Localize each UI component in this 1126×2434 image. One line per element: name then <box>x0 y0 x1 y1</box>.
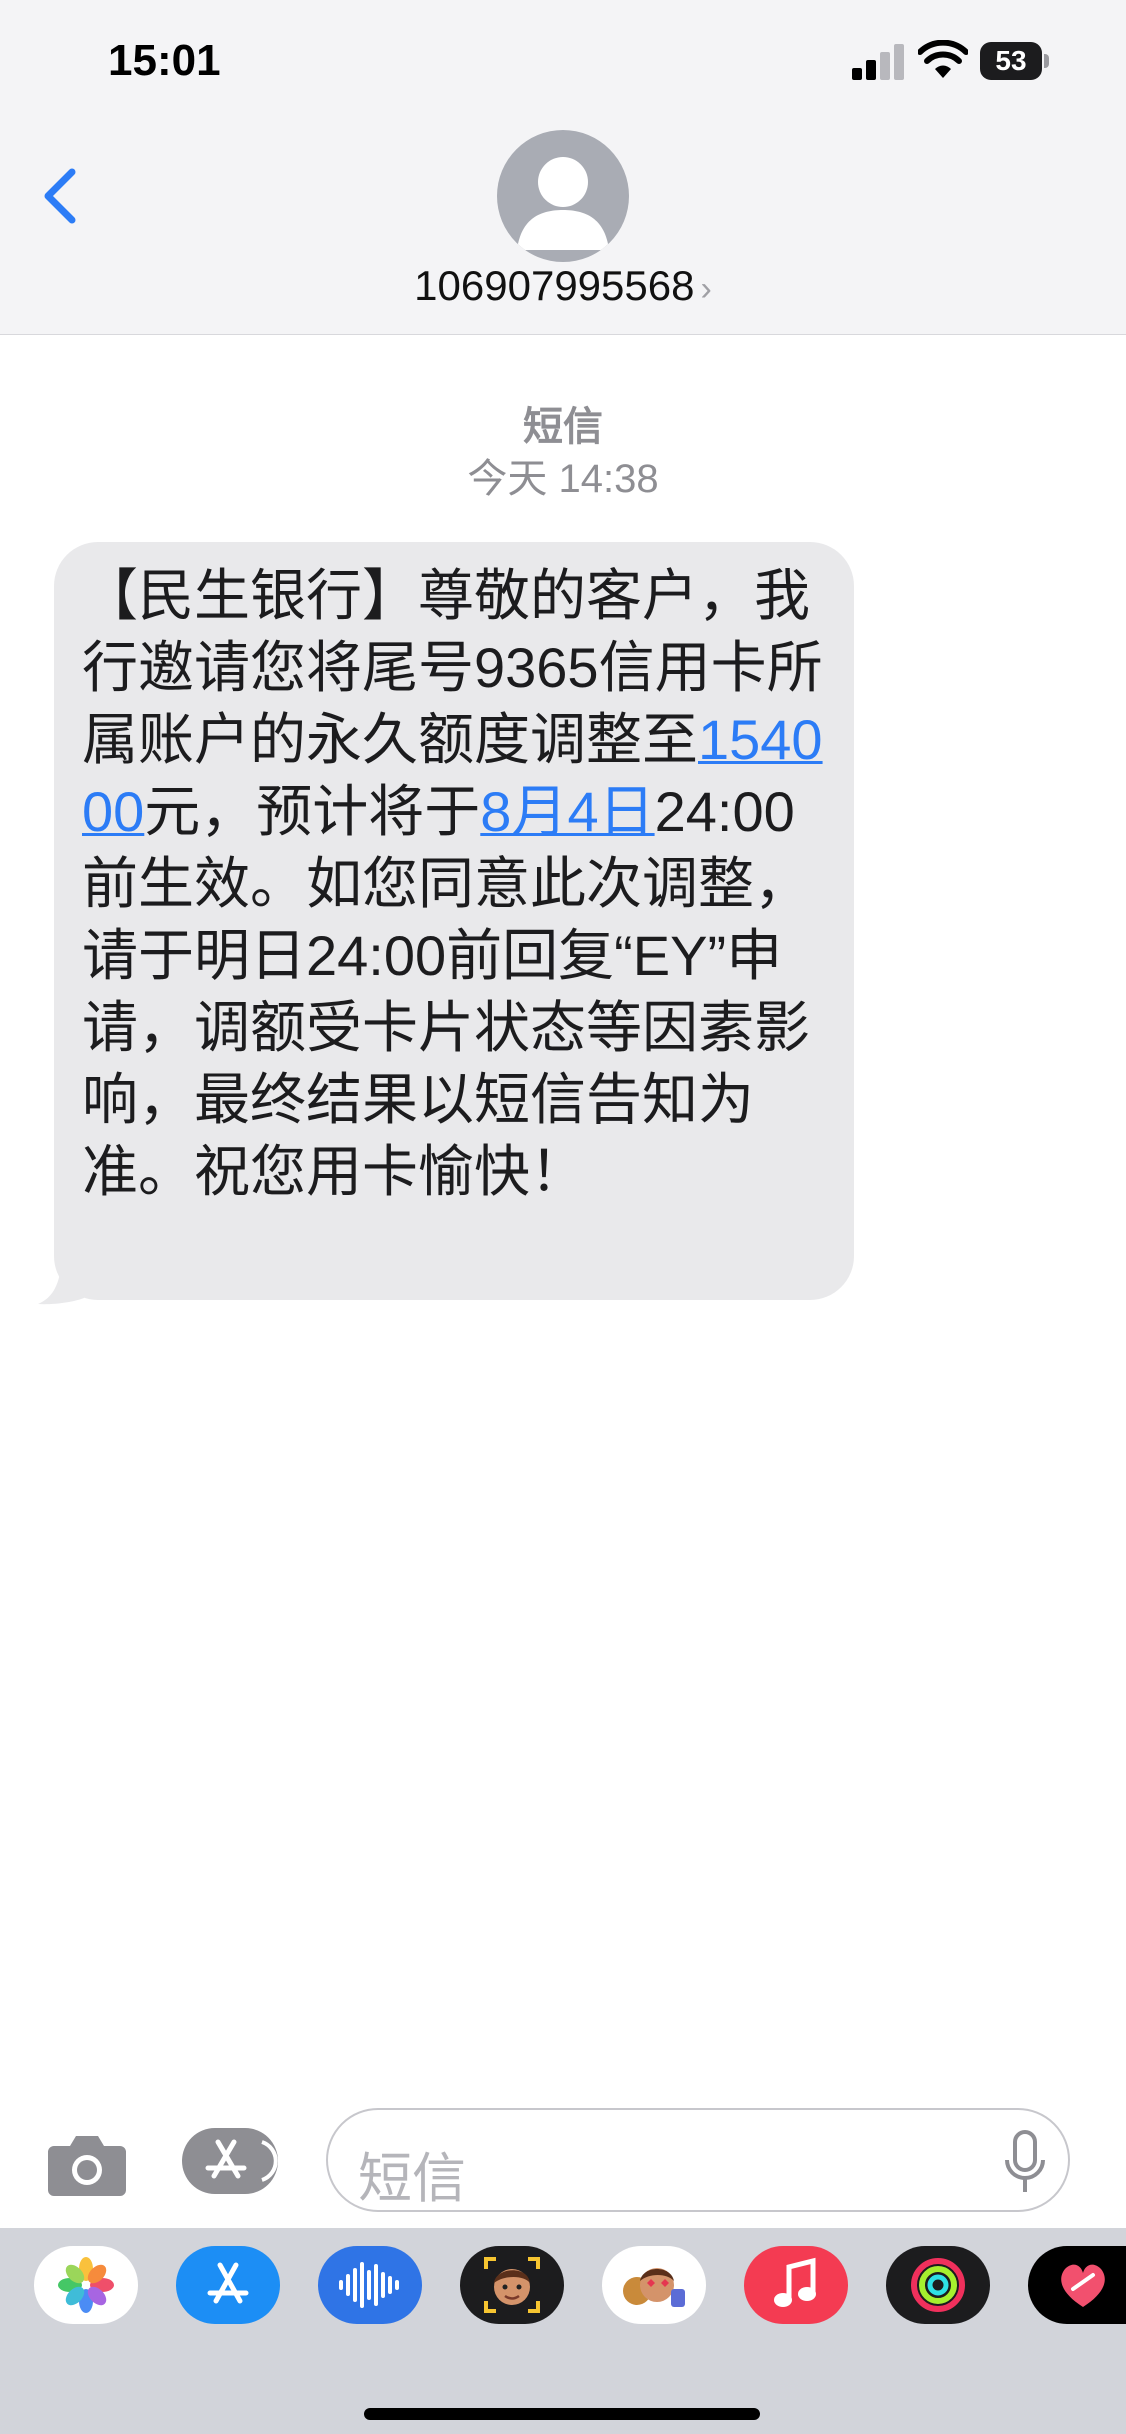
app-store-tray-button[interactable] <box>176 2246 280 2324</box>
digital-touch-button[interactable] <box>1028 2246 1126 2324</box>
memoji-stickers-icon <box>623 2268 685 2307</box>
contact-number: 106907995568 <box>414 262 695 309</box>
chevron-right-icon: › <box>700 270 712 308</box>
app-store-button[interactable] <box>182 2128 278 2194</box>
battery-icon: 53 <box>980 42 1049 80</box>
app-store-icon <box>207 2262 249 2304</box>
service-label: 短信 <box>523 405 603 449</box>
activity-button[interactable] <box>886 2246 990 2324</box>
message-input-placeholder: 短信 <box>358 2149 466 2209</box>
photos-app-button[interactable] <box>34 2246 138 2324</box>
camera-icon[interactable] <box>46 2130 128 2198</box>
audio-message-button[interactable] <box>318 2246 422 2324</box>
audio-message-icon <box>339 2262 399 2308</box>
memoji-button[interactable] <box>460 2246 564 2324</box>
contact-avatar[interactable] <box>497 130 629 262</box>
activity-icon <box>911 2258 965 2312</box>
status-time: 15:01 <box>108 36 221 85</box>
memoji-stickers-button[interactable] <box>602 2246 706 2324</box>
music-icon <box>774 2257 816 2307</box>
contact-name[interactable]: 106907995568 › <box>0 262 1126 310</box>
date-link[interactable]: 8月4日 <box>480 780 654 843</box>
wifi-icon <box>918 40 968 78</box>
message-input[interactable]: 短信 <box>326 2108 1070 2212</box>
person-silhouette-icon <box>517 157 609 250</box>
conversation-header: 15:01 53 106907995568 › <box>0 0 1126 335</box>
composer-bar: 短信 <box>0 2090 1126 2230</box>
digital-touch-icon <box>1061 2264 1105 2307</box>
microphone-icon[interactable] <box>1002 2130 1048 2196</box>
message-timestamp: 今天 14:38 <box>467 457 659 501</box>
message-text: 【民生银行】尊敬的客户，我行邀请您将尾号9365信用卡所属账户的永久额度调整至1… <box>82 564 823 1203</box>
memoji-icon <box>484 2257 540 2313</box>
back-chevron-icon[interactable] <box>38 166 84 226</box>
message-bubble[interactable]: 【民生银行】尊敬的客户，我行邀请您将尾号9365信用卡所属账户的永久额度调整至1… <box>54 542 854 1300</box>
photos-icon <box>58 2257 114 2313</box>
battery-level: 53 <box>980 42 1042 80</box>
home-indicator[interactable] <box>364 2408 760 2420</box>
app-store-icon <box>205 2139 278 2182</box>
app-tray <box>0 2228 1126 2434</box>
cellular-signal-icon <box>852 44 904 80</box>
music-button[interactable] <box>744 2246 848 2324</box>
